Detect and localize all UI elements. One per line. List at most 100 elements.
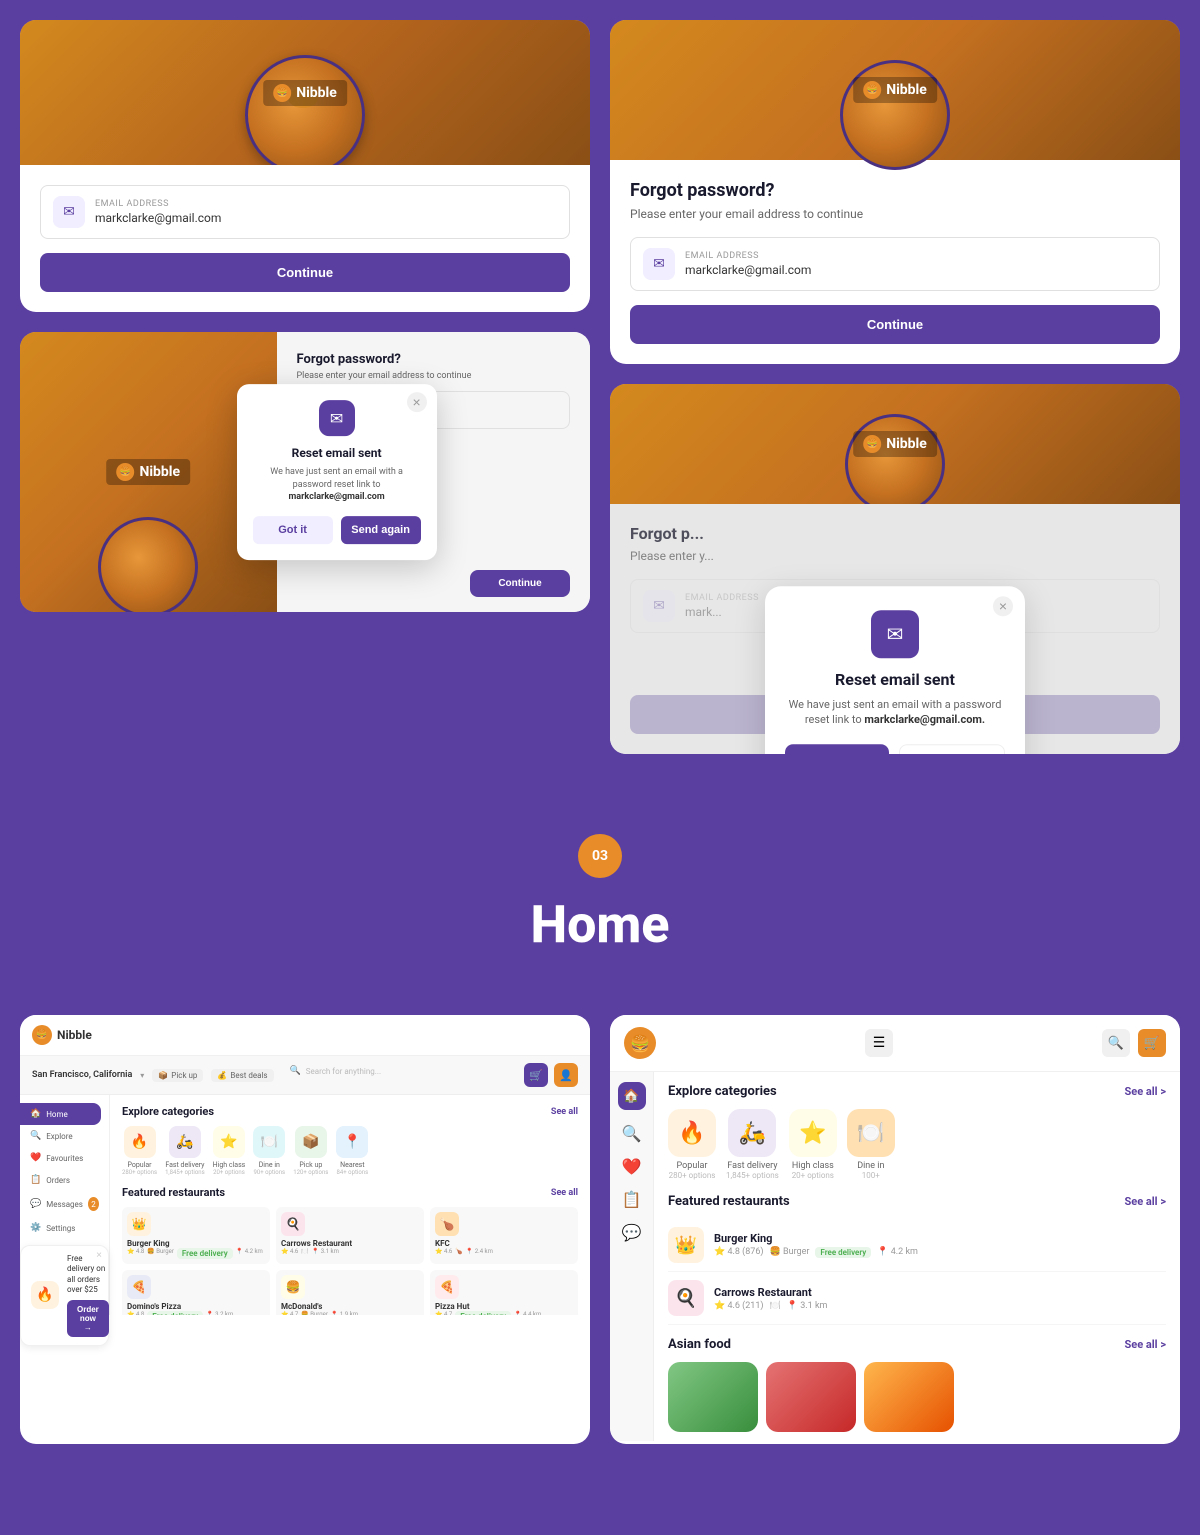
mobile-featured-heading: Featured restaurants See all > [668, 1194, 1166, 1209]
mobile-cat-dine[interactable]: 🍽️ Dine in 100+ [847, 1109, 895, 1180]
popup-text-small: We have just sent an email with a passwo… [253, 466, 421, 504]
sidebar-settings[interactable]: ⚙️ Settings [20, 1217, 109, 1239]
nibble-icon-3: 🍔 [863, 81, 881, 99]
nav-icons: 🛒 👤 [524, 1063, 578, 1087]
mobile-see-all-restaurants[interactable]: See all > [1124, 1195, 1166, 1208]
mobile-bk-meta: ⭐ 4.8 (876) 🍔 Burger Free delivery 📍 4.2… [714, 1247, 1166, 1258]
settings-icon: ⚙️ [30, 1223, 41, 1233]
sidebar-explore[interactable]: 🔍 Explore [20, 1125, 109, 1147]
pickup-label: Pick up [171, 1071, 197, 1080]
mobile-restaurant-carrows[interactable]: 🍳 Carrows Restaurant ⭐ 4.6 (211) 🍽️ 📍 3.… [668, 1272, 1166, 1325]
restaurant-carrows[interactable]: 🍳 Carrows Restaurant ⭐ 4.6🍽️📍 3.1 km [276, 1207, 424, 1264]
reset-popup-large: × ✉ Reset email sent We have just sent a… [765, 586, 1025, 754]
cat-high-label: High class [213, 1161, 246, 1169]
restaurant-pizzahut[interactable]: 🍕 Pizza Hut ⭐ 4.7 Free delivery 📍 4.4 km [430, 1270, 578, 1315]
settings-label: Settings [46, 1224, 75, 1233]
see-all-restaurants[interactable]: See all [551, 1188, 578, 1198]
burger-king-name: Burger King [127, 1239, 265, 1248]
mobile-cat-fast[interactable]: 🛵 Fast delivery 1,845+ options [726, 1109, 779, 1180]
email-value-3: markclarke@gmail.com [685, 263, 811, 277]
mobile-fav-icon[interactable]: ❤️ [622, 1157, 642, 1176]
mobile-explore-icon[interactable]: 🔍 [622, 1124, 642, 1143]
carrows-logo: 🍳 [281, 1212, 305, 1236]
mobile-orders-icon[interactable]: 📋 [622, 1190, 642, 1209]
got-it-button-large[interactable]: Got it [785, 744, 889, 754]
notif-close-button[interactable]: × [96, 1250, 102, 1261]
kfc-meta: ⭐ 4.6🍗📍 2.4 km [435, 1248, 573, 1255]
mobile-restaurant-burger-king[interactable]: 👑 Burger King ⭐ 4.8 (876) 🍔 Burger Free … [668, 1219, 1166, 1272]
restaurant-kfc[interactable]: 🍗 KFC ⭐ 4.6🍗📍 2.4 km [430, 1207, 578, 1264]
sidebar-orders[interactable]: 📋 Orders [20, 1169, 109, 1191]
mobile-categories: 🔥 Popular 280+ options 🛵 Fast delivery 1… [668, 1109, 1166, 1180]
mobile-see-all-asian[interactable]: See all > [1124, 1338, 1166, 1351]
send-again-button-large[interactable]: Send again [899, 744, 1005, 754]
order-now-button[interactable]: Order now → [67, 1300, 109, 1337]
mobile-menu-icon[interactable]: ☰ [865, 1029, 893, 1057]
cat-popular[interactable]: 🔥 Popular 280+ options [122, 1126, 157, 1176]
cat-pickup-icon: 📦 [295, 1126, 327, 1158]
mcdonalds-logo: 🍔 [281, 1275, 305, 1299]
restaurant-dominos[interactable]: 🍕 Domino's Pizza ⭐ 4.8 Free delivery 📍 3… [122, 1270, 270, 1315]
dominos-logo: 🍕 [127, 1275, 151, 1299]
mobile-featured-label: Featured restaurants [668, 1194, 790, 1209]
mobile-food-2[interactable] [766, 1362, 856, 1432]
got-it-button-small[interactable]: Got it [253, 516, 333, 544]
cat-pickup[interactable]: 📦 Pick up 120+ options [293, 1126, 328, 1176]
popup-icon-large: ✉ [871, 610, 919, 658]
search-bar[interactable]: 🔍 Search for anything... [282, 1062, 516, 1080]
mobile-carrows-logo: 🍳 [668, 1280, 704, 1316]
mobile-cat-high[interactable]: ⭐ High class 20+ options [789, 1109, 837, 1180]
cat-dine-in[interactable]: 🍽️ Dine in 90+ options [253, 1126, 285, 1176]
pickup-badge[interactable]: 📦 Pick up [152, 1069, 203, 1082]
sidebar-favourites[interactable]: ❤️ Favourites [20, 1147, 109, 1169]
cat-popular-label: Popular [122, 1161, 157, 1169]
restaurant-burger-king[interactable]: 👑 Burger King ⭐ 4.8🍔 Burger Free deliver… [122, 1207, 270, 1264]
mobile-food-3[interactable] [864, 1362, 954, 1432]
sidebar-messages[interactable]: 💬 Messages 2 [20, 1191, 109, 1217]
email-icon-1: ✉ [53, 196, 85, 228]
mobile-header-icons: 🔍 🛒 [1102, 1029, 1166, 1057]
email-field-3[interactable]: ✉ EMAIL ADDRESS markclarke@gmail.com [630, 237, 1160, 291]
mobile-msg-icon[interactable]: 💬 [622, 1223, 642, 1242]
cat-high-icon: ⭐ [213, 1126, 245, 1158]
forgot-password-card-4: 🍔 Nibble Forgot p... Please enter y... ✉… [610, 384, 1180, 754]
dominos-name: Domino's Pizza [127, 1302, 265, 1311]
mobile-food-1[interactable] [668, 1362, 758, 1432]
cat-nearest[interactable]: 📍 Nearest 84+ options [336, 1126, 368, 1176]
explore-categories-heading: Explore categories See all [122, 1105, 578, 1118]
mobile-cat-dine-icon: 🍽️ [847, 1109, 895, 1157]
mobile-home-icon[interactable]: 🏠 [618, 1082, 646, 1110]
see-all-categories[interactable]: See all [551, 1107, 578, 1117]
carrows-name: Carrows Restaurant [281, 1239, 419, 1248]
cart-icon-btn[interactable]: 🛒 [524, 1063, 548, 1087]
continue-button-3[interactable]: Continue [630, 305, 1160, 344]
deals-icon: 💰 [217, 1071, 227, 1080]
popup-close-large[interactable]: × [993, 596, 1013, 616]
reset-popup-small: × ✉ Reset email sent We have just sent a… [237, 384, 437, 560]
restaurant-mcdonalds[interactable]: 🍔 McDonald's ⭐ 4.7🍔 Burger📍 1.9 km [276, 1270, 424, 1315]
cat-fast-delivery[interactable]: 🛵 Fast delivery 1,845+ options [165, 1126, 205, 1176]
popup-actions-small: Got it Send again [253, 516, 421, 544]
mobile-cart-icon[interactable]: 🛒 [1138, 1029, 1166, 1057]
mobile-cat-fast-label: Fast delivery [726, 1161, 779, 1171]
cat-popular-sub: 280+ options [122, 1169, 157, 1176]
mobile-cat-popular[interactable]: 🔥 Popular 280+ options [668, 1109, 716, 1180]
restaurants-grid: 👑 Burger King ⭐ 4.8🍔 Burger Free deliver… [122, 1207, 578, 1315]
cat-dine-sub: 90+ options [253, 1169, 285, 1176]
popup-close-small[interactable]: × [407, 392, 427, 412]
cat-high-class[interactable]: ⭐ High class 20+ options [213, 1126, 246, 1176]
send-again-button-small[interactable]: Send again [341, 516, 421, 544]
profile-icon-btn[interactable]: 👤 [554, 1063, 578, 1087]
continue-button-2[interactable]: Continue [470, 570, 570, 597]
pizzahut-logo: 🍕 [435, 1275, 459, 1299]
continue-button-1[interactable]: Continue [40, 253, 570, 292]
mobile-search-icon[interactable]: 🔍 [1102, 1029, 1130, 1057]
pickup-icon: 📦 [158, 1071, 168, 1080]
sidebar-home[interactable]: 🏠 Home [20, 1103, 101, 1125]
orders-icon: 📋 [30, 1175, 41, 1185]
best-deals-badge[interactable]: 💰 Best deals [211, 1069, 273, 1082]
mobile-carrows-meta: ⭐ 4.6 (211) 🍽️ 📍 3.1 km [714, 1301, 1166, 1311]
mobile-see-all-categories[interactable]: See all > [1124, 1085, 1166, 1098]
cat-nearest-sub: 84+ options [336, 1169, 368, 1176]
cat-pickup-label: Pick up [293, 1161, 328, 1169]
